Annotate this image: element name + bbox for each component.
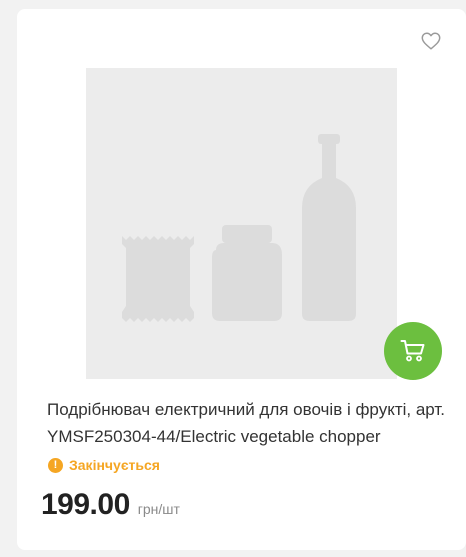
stock-status-label: Закінчується <box>69 457 160 473</box>
price-value: 199.00 <box>41 488 130 521</box>
price-unit: грн/шт <box>137 501 180 517</box>
stock-status: ! Закінчується <box>48 456 160 474</box>
price-row: 199.00 грн/шт <box>41 488 180 522</box>
product-image-placeholder[interactable] <box>86 68 397 379</box>
heart-icon[interactable] <box>420 30 442 52</box>
product-title[interactable]: Подрібнювач електричний для овочів і фру… <box>47 396 447 450</box>
exclamation-circle-icon: ! <box>48 457 63 473</box>
add-to-cart-button[interactable] <box>384 322 442 380</box>
placeholder-products-icon <box>122 134 356 322</box>
shopping-cart-icon <box>400 340 425 362</box>
